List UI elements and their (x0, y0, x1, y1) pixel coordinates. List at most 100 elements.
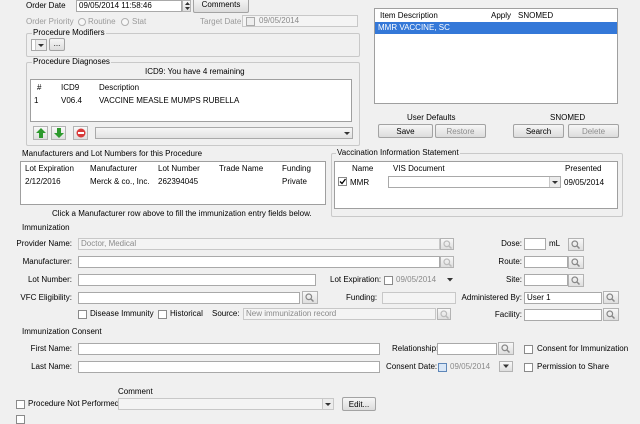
route-label: Route: (498, 257, 522, 266)
route-input[interactable] (524, 256, 568, 268)
immunization-consent-title: Immunization Consent (22, 327, 102, 336)
spinner-arrows-icon (185, 2, 190, 10)
restore-button[interactable]: Restore (435, 124, 486, 138)
relationship-search-button[interactable] (498, 342, 514, 355)
mfr-col-lot-expiration: Lot Expiration (25, 164, 74, 173)
edit-comment-button[interactable]: Edit... (342, 397, 376, 411)
procedure-diagnoses-title: Procedure Diagnoses (32, 57, 111, 67)
vfc-search-button[interactable] (302, 291, 318, 304)
save-button[interactable]: Save (378, 124, 433, 138)
table-row[interactable]: 1 V06.4 VACCINE MEASLE MUMPS RUBELLA (31, 94, 351, 107)
vfc-eligibility-input[interactable] (78, 292, 300, 304)
site-search-button[interactable] (568, 274, 584, 287)
consent-date-dropdown[interactable] (499, 361, 513, 372)
dose-unit: mL (549, 239, 561, 248)
table-row[interactable]: 2/12/2016 Merck & co., Inc. 262394045 Pr… (21, 175, 325, 187)
diagnoses-table: # ICD9 Description 1 V06.4 VACCINE MEASL… (30, 79, 352, 122)
lot-expiration-value[interactable]: 09/05/2014 (396, 274, 436, 286)
comment-select[interactable] (118, 398, 334, 410)
manufacturer-search-button[interactable] (440, 256, 454, 268)
source-search-button[interactable] (437, 308, 451, 320)
first-name-input[interactable] (78, 343, 380, 355)
administered-by-search-button[interactable] (603, 291, 619, 304)
disease-immunity-checkbox[interactable] (78, 310, 87, 319)
consent-for-immunization-checkbox[interactable] (524, 345, 533, 354)
move-down-button[interactable] (51, 126, 66, 140)
routine-radio[interactable] (78, 18, 86, 26)
procedure-list: Item Description Apply SNOMED MMR VACCIN… (374, 8, 618, 104)
funding-input[interactable] (382, 292, 456, 304)
source-input[interactable]: New immunization record (243, 308, 436, 320)
funding-label: Funding: (346, 293, 378, 302)
remove-diagnosis-button[interactable] (73, 126, 88, 140)
mfr-col-manufacturer: Manufacturer (90, 164, 138, 173)
consent-date-value[interactable]: 09/05/2014 (450, 361, 490, 373)
consent-for-immunization-label: Consent for Immunization (537, 344, 629, 353)
move-up-button[interactable] (33, 126, 48, 140)
first-name-label: First Name: (30, 344, 72, 353)
search-icon (606, 310, 615, 319)
administered-by-label: Administered By: (461, 293, 522, 302)
last-name-input[interactable] (78, 361, 380, 373)
vis-title: Vaccination Information Statement (336, 148, 460, 158)
diagnosis-select[interactable] (95, 127, 353, 139)
list-item[interactable]: MMR VACCINE, SC (375, 22, 617, 34)
chevron-down-icon[interactable] (447, 278, 453, 282)
vfc-eligibility-label: VFC Eligibility: (20, 293, 72, 302)
search-icon (305, 293, 314, 302)
relationship-label: Relationship: (392, 344, 439, 353)
search-icon (571, 240, 580, 249)
historical-label: Historical (170, 309, 203, 318)
immunization-title: Immunization (22, 223, 70, 232)
manufacturer-input[interactable] (78, 256, 440, 268)
site-label: Site: (505, 275, 522, 284)
vis-document-select[interactable] (388, 176, 561, 188)
source-label: Source: (212, 309, 240, 318)
modifier-select[interactable] (31, 39, 47, 51)
procedure-modifiers-title: Procedure Modifiers (32, 28, 106, 38)
provider-name-input[interactable]: Doctor, Medical (78, 238, 440, 250)
site-input[interactable] (524, 274, 568, 286)
modifier-more-button[interactable]: ... (49, 38, 65, 51)
lot-expiration-checkbox[interactable] (384, 276, 393, 285)
snomed-title: SNOMED (550, 113, 586, 122)
dose-label: Dose: (501, 239, 522, 248)
procedure-not-performed-label: Procedure Not Performed (28, 399, 120, 408)
comments-button[interactable]: Comments (193, 0, 249, 13)
user-defaults-title: User Defaults (407, 113, 456, 122)
search-icon (440, 310, 449, 319)
routine-label: Routine (88, 17, 116, 26)
provider-search-button[interactable] (440, 238, 454, 250)
search-icon (571, 258, 580, 267)
calendar-icon (246, 17, 255, 26)
provider-name-label: Provider Name: (16, 239, 72, 248)
order-date-spinner[interactable] (182, 0, 191, 12)
procedure-not-performed-checkbox[interactable] (16, 400, 25, 409)
disease-immunity-label: Disease Immunity (90, 309, 154, 318)
table-row[interactable]: MMR 09/05/2014 (335, 175, 617, 189)
manufacturers-table: Lot Expiration Manufacturer Lot Number T… (20, 161, 326, 205)
dose-search-button[interactable] (568, 238, 584, 251)
relationship-input[interactable] (437, 343, 497, 355)
historical-checkbox[interactable] (158, 310, 167, 319)
search-icon (443, 258, 452, 267)
calendar-icon[interactable] (438, 363, 447, 372)
facility-search-button[interactable] (603, 308, 619, 321)
vis-col-name: Name (352, 164, 374, 173)
last-name-label: Last Name: (31, 362, 72, 371)
order-date-input[interactable]: 09/05/2014 11:58:46 (76, 0, 182, 12)
administered-by-input[interactable]: User 1 (524, 292, 602, 304)
target-date-input[interactable]: 09/05/2014 (242, 15, 358, 27)
delete-button[interactable]: Delete (568, 124, 619, 138)
arrow-up-icon (36, 128, 46, 138)
vis-include-checkbox[interactable] (338, 177, 347, 186)
search-icon (501, 344, 510, 353)
facility-input[interactable] (524, 309, 602, 321)
lot-number-input[interactable] (78, 274, 316, 286)
search-button[interactable]: Search (513, 124, 564, 138)
stat-radio[interactable] (121, 18, 129, 26)
permission-to-share-checkbox[interactable] (524, 363, 533, 372)
permission-to-share-label: Permission to Share (537, 362, 610, 371)
dose-input[interactable] (524, 238, 546, 250)
route-search-button[interactable] (568, 256, 584, 269)
